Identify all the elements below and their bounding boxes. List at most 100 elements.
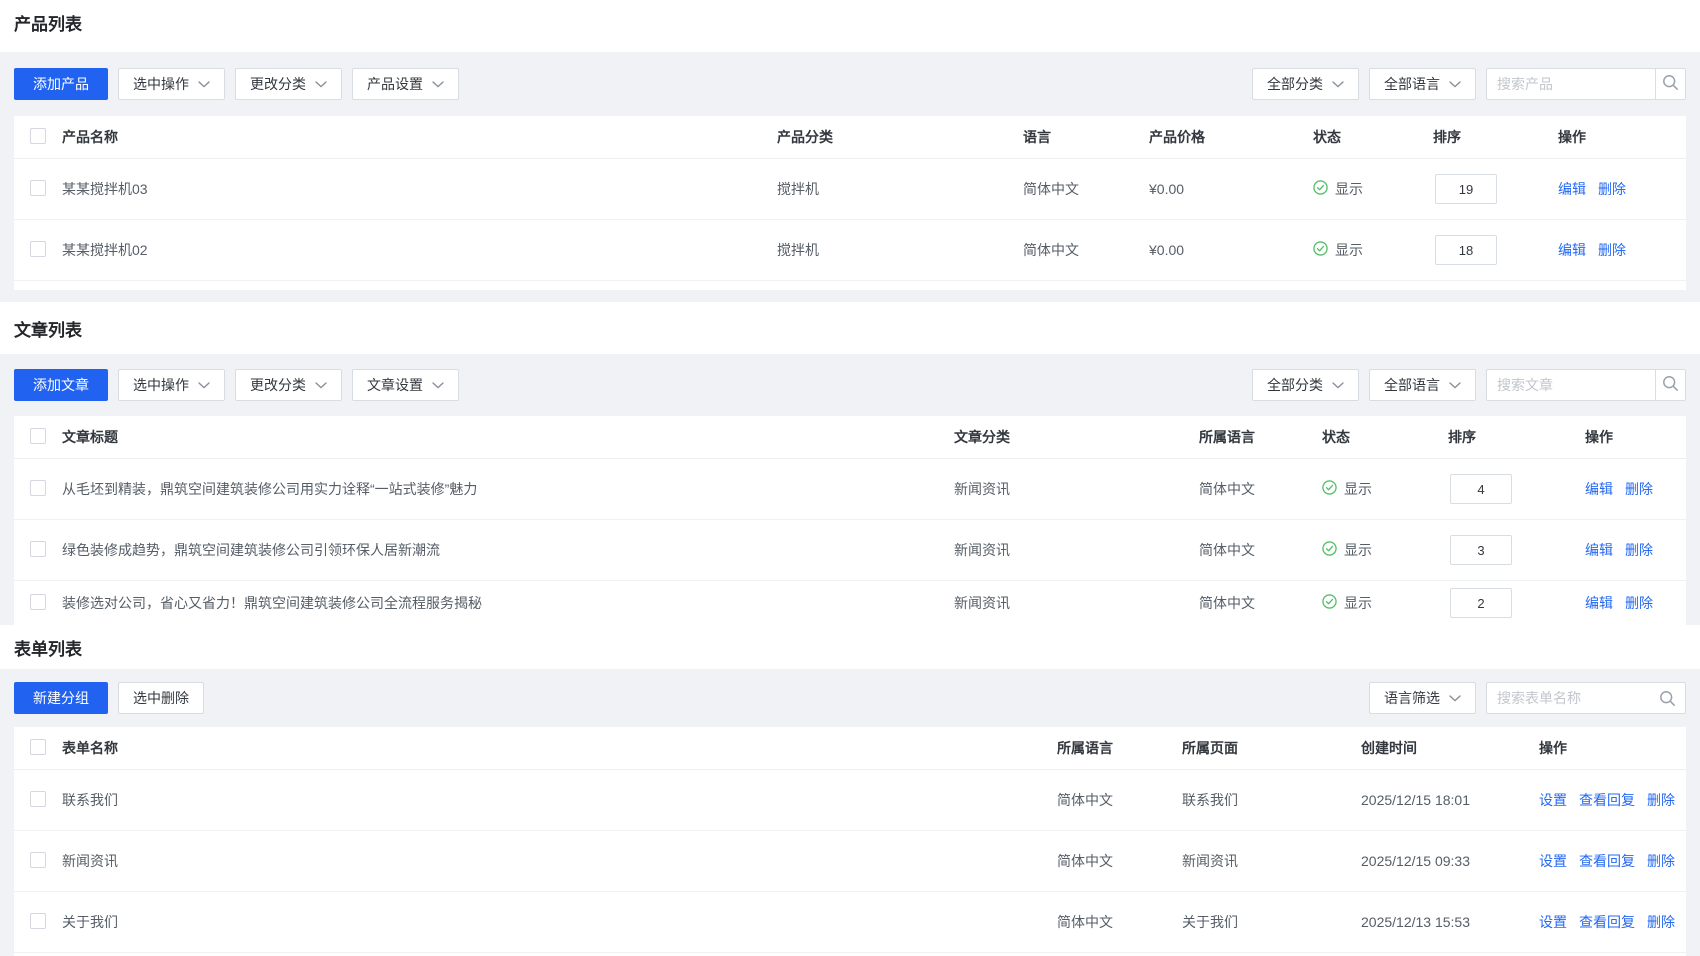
sort-input[interactable]: [1450, 535, 1512, 565]
status-badge: 显示: [1313, 179, 1433, 199]
select-all-checkbox[interactable]: [30, 128, 46, 144]
col-header-status: 状态: [1322, 427, 1448, 447]
page-title: 表单列表: [14, 635, 82, 660]
delete-selected-button[interactable]: 选中删除: [118, 682, 204, 714]
row-checkbox[interactable]: [30, 594, 46, 610]
select-all-checkbox[interactable]: [30, 428, 46, 444]
delete-link[interactable]: 删除: [1647, 851, 1675, 871]
selected-action-dropdown[interactable]: 选中操作: [118, 68, 225, 100]
chevron-down-icon: [1332, 81, 1344, 88]
view-replies-link[interactable]: 查看回复: [1579, 912, 1635, 932]
product-category: 搅拌机: [777, 240, 1023, 260]
sort-input[interactable]: [1435, 174, 1497, 204]
add-product-button[interactable]: 添加产品: [14, 68, 108, 100]
change-category-dropdown[interactable]: 更改分类: [235, 68, 342, 100]
product-search-button[interactable]: [1655, 68, 1686, 100]
settings-link[interactable]: 设置: [1539, 790, 1567, 810]
col-header-actions: 操作: [1543, 127, 1686, 147]
forms-title-band: 表单列表: [0, 625, 1700, 669]
table-row: 新闻资讯 简体中文 新闻资讯 2025/12/15 09:33 设置 查看回复 …: [14, 831, 1686, 892]
row-actions: 编辑 删除: [1543, 179, 1686, 199]
delete-link[interactable]: 删除: [1625, 593, 1653, 613]
col-header-language: 所属语言: [1057, 738, 1182, 758]
status-label: 显示: [1344, 479, 1372, 499]
language-filter-dropdown[interactable]: 全部语言: [1369, 68, 1476, 100]
chevron-down-icon: [315, 81, 327, 88]
delete-link[interactable]: 删除: [1625, 479, 1653, 499]
product-category: 搅拌机: [777, 179, 1023, 199]
settings-link[interactable]: 设置: [1539, 912, 1567, 932]
row-actions: 设置 查看回复 删除: [1535, 790, 1686, 810]
product-search: [1486, 68, 1686, 100]
page-title: 文章列表: [14, 316, 82, 341]
article-search: [1486, 369, 1686, 401]
delete-link[interactable]: 删除: [1598, 240, 1626, 260]
row-checkbox[interactable]: [30, 180, 46, 196]
product-search-input[interactable]: [1486, 68, 1656, 100]
forms-table: 表单名称 所属语言 所属页面 创建时间 操作 联系我们 简体中文 联系我们 20…: [14, 727, 1686, 956]
chevron-down-icon: [1449, 81, 1461, 88]
row-actions: 编辑 删除: [1558, 593, 1686, 613]
edit-link[interactable]: 编辑: [1585, 540, 1613, 560]
article-search-button[interactable]: [1655, 369, 1686, 401]
delete-link[interactable]: 删除: [1647, 912, 1675, 932]
col-header-page: 所属页面: [1182, 738, 1361, 758]
col-header-actions: 操作: [1535, 738, 1686, 758]
check-circle-icon: [1313, 180, 1328, 198]
delete-link[interactable]: 删除: [1625, 540, 1653, 560]
table-row: 绿色装修成趋势，鼎筑空间建筑装修公司引领环保人居新潮流 新闻资讯 简体中文 显示…: [14, 520, 1686, 581]
add-article-button[interactable]: 添加文章: [14, 369, 108, 401]
forms-toolbar-right: 语言筛选: [1369, 682, 1686, 714]
edit-link[interactable]: 编辑: [1585, 479, 1613, 499]
selected-action-dropdown[interactable]: 选中操作: [118, 369, 225, 401]
product-language: 简体中文: [1023, 240, 1149, 260]
edit-link[interactable]: 编辑: [1558, 240, 1586, 260]
chevron-down-icon: [198, 81, 210, 88]
sort-input[interactable]: [1450, 588, 1512, 618]
form-language: 简体中文: [1057, 851, 1182, 871]
view-replies-link[interactable]: 查看回复: [1579, 851, 1635, 871]
language-filter-label: 语言筛选: [1384, 688, 1440, 708]
edit-link[interactable]: 编辑: [1558, 179, 1586, 199]
page-title: 产品列表: [14, 10, 82, 35]
product-language: 简体中文: [1023, 179, 1149, 199]
row-checkbox[interactable]: [30, 241, 46, 257]
row-checkbox[interactable]: [30, 541, 46, 557]
category-filter-dropdown[interactable]: 全部分类: [1252, 68, 1359, 100]
article-search-input[interactable]: [1486, 369, 1656, 401]
language-filter-dropdown[interactable]: 语言筛选: [1369, 682, 1476, 714]
article-settings-dropdown[interactable]: 文章设置: [352, 369, 459, 401]
col-header-actions: 操作: [1558, 427, 1686, 447]
col-header-sort: 排序: [1448, 427, 1558, 447]
sort-input[interactable]: [1435, 235, 1497, 265]
language-filter-label: 全部语言: [1384, 375, 1440, 395]
articles-toolbar: 添加文章 选中操作 更改分类 文章设置 全部分类 全部语言: [0, 354, 1700, 416]
change-category-dropdown[interactable]: 更改分类: [235, 369, 342, 401]
col-header-language: 所属语言: [1199, 427, 1322, 447]
edit-link[interactable]: 编辑: [1585, 593, 1613, 613]
status-label: 显示: [1344, 540, 1372, 560]
product-price: ¥0.00: [1149, 242, 1313, 258]
sort-input[interactable]: [1450, 474, 1512, 504]
row-checkbox[interactable]: [30, 480, 46, 496]
form-search-input[interactable]: [1486, 682, 1686, 714]
row-checkbox[interactable]: [30, 913, 46, 929]
form-created: 2025/12/15 18:01: [1361, 792, 1535, 808]
check-circle-icon: [1313, 241, 1328, 259]
settings-link[interactable]: 设置: [1539, 851, 1567, 871]
view-replies-link[interactable]: 查看回复: [1579, 790, 1635, 810]
select-all-checkbox[interactable]: [30, 739, 46, 755]
form-search: [1486, 682, 1686, 714]
delete-link[interactable]: 删除: [1647, 790, 1675, 810]
form-created: 2025/12/13 15:53: [1361, 914, 1535, 930]
search-icon[interactable]: [1659, 690, 1676, 710]
row-checkbox[interactable]: [30, 852, 46, 868]
product-settings-dropdown[interactable]: 产品设置: [352, 68, 459, 100]
change-category-label: 更改分类: [250, 74, 306, 94]
delete-link[interactable]: 删除: [1598, 179, 1626, 199]
row-checkbox[interactable]: [30, 791, 46, 807]
form-page: 联系我们: [1182, 790, 1361, 810]
language-filter-dropdown[interactable]: 全部语言: [1369, 369, 1476, 401]
new-group-button[interactable]: 新建分组: [14, 682, 108, 714]
category-filter-dropdown[interactable]: 全部分类: [1252, 369, 1359, 401]
